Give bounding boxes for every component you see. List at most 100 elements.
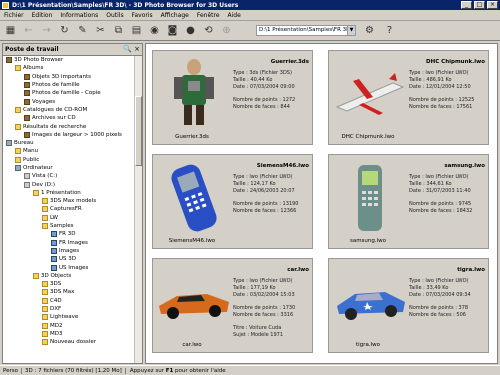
menu-item-7[interactable]: Aide bbox=[224, 12, 245, 19]
tree-item[interactable]: Résultats de recherche bbox=[3, 122, 135, 130]
info-size: Taille : 124,17 Ko bbox=[233, 181, 276, 187]
tree-item[interactable]: FR Images bbox=[3, 239, 135, 247]
thumbnail-caption: Guerrier.3ds bbox=[175, 134, 209, 140]
tree-item[interactable]: FR 3D bbox=[3, 230, 135, 238]
close-icon[interactable]: × bbox=[134, 45, 140, 53]
tree-item[interactable]: 3DS Max models bbox=[3, 197, 135, 205]
tree-item[interactable]: Objets 3D importants bbox=[3, 73, 135, 81]
menu-item-2[interactable]: Informations bbox=[56, 12, 102, 19]
tree-item[interactable]: Samples bbox=[3, 222, 135, 230]
zoom-icon[interactable]: ⊕ bbox=[219, 23, 234, 38]
help-icon[interactable]: ? bbox=[382, 23, 397, 38]
thumbnail-card[interactable]: tigra.lwo tigra.lwo Type : lwo (Fichier LW… bbox=[328, 258, 489, 353]
thumbnail-card[interactable]: SiemensM46.lwo SiemensM46.lwo Type : lwo (… bbox=[152, 154, 313, 249]
minimize-button[interactable]: _ bbox=[461, 1, 472, 9]
tools-icon[interactable]: ✎ bbox=[75, 23, 90, 38]
tree-item[interactable]: CapturesFR bbox=[3, 205, 135, 213]
camera-icon[interactable]: ◙ bbox=[165, 23, 180, 38]
thumbnail-card[interactable]: Guerrier.3ds Guerrier.3ds Type : 3ds (Fich… bbox=[152, 50, 313, 145]
tree-item[interactable]: Catalogues de CD-ROM bbox=[3, 106, 135, 114]
tree-item-label: 3D Objects bbox=[41, 272, 72, 279]
tree-item[interactable]: Lightwave bbox=[3, 313, 135, 321]
tree-item[interactable]: Images bbox=[3, 247, 135, 255]
tree-item[interactable]: MD3 bbox=[3, 330, 135, 338]
tree-item[interactable]: Photos de famille - Copie bbox=[3, 89, 135, 97]
tree-item[interactable]: Nouveau dossier bbox=[3, 338, 135, 346]
menu-item-0[interactable]: Fichier bbox=[0, 12, 28, 19]
tree-item[interactable]: MD2 bbox=[3, 322, 135, 330]
pc-icon bbox=[15, 165, 21, 171]
menu-item-3[interactable]: Outils bbox=[102, 12, 127, 19]
tree-item[interactable]: 1 Présentation bbox=[3, 189, 135, 197]
settings-icon[interactable]: ⚙ bbox=[362, 23, 377, 38]
scrollbar-thumb[interactable] bbox=[135, 96, 142, 166]
rotate-icon[interactable]: ⟲ bbox=[201, 23, 216, 38]
tree-item-label: 3DS bbox=[50, 281, 62, 288]
menu-item-4[interactable]: Favoris bbox=[128, 12, 157, 19]
folder-icon bbox=[42, 314, 48, 321]
back-icon[interactable]: ← bbox=[21, 23, 36, 38]
sphere-icon[interactable]: ● bbox=[183, 23, 198, 38]
paste-icon[interactable]: ▤ bbox=[129, 23, 144, 38]
vertical-scrollbar[interactable] bbox=[134, 56, 142, 363]
car-blue-model-preview[interactable] bbox=[333, 265, 407, 339]
forward-icon[interactable]: → bbox=[39, 23, 54, 38]
menu-item-5[interactable]: Affichage bbox=[157, 12, 193, 19]
tree-item[interactable]: US 3D bbox=[3, 255, 135, 263]
tree-item[interactable]: Archives sur CD bbox=[3, 114, 135, 122]
tree-item[interactable]: 3DS Max bbox=[3, 288, 135, 296]
tree-item-label: Photos de famille bbox=[32, 82, 80, 89]
tree-item-label: Ordinateur bbox=[23, 165, 53, 171]
status-bar: Perso 3D : 7 fichiers (70 filtrés) [1,20… bbox=[0, 365, 500, 375]
phone-blue-model-preview[interactable] bbox=[157, 161, 231, 235]
tree-item-label: LW bbox=[50, 214, 58, 221]
tree-item[interactable]: Images de largeur > 1000 pixels bbox=[3, 131, 135, 139]
warrior-model-preview[interactable] bbox=[157, 57, 231, 131]
folder-icon bbox=[42, 339, 48, 346]
info-extra2: Sujet : Modèle 1971 bbox=[233, 332, 284, 338]
info-date: Date : 07/03/2004 09:00 bbox=[233, 84, 295, 90]
view-icon[interactable]: ▦ bbox=[3, 23, 18, 38]
search-icon[interactable]: 🔍 bbox=[123, 45, 132, 53]
car-orange-model-preview[interactable] bbox=[157, 265, 231, 339]
copy-icon[interactable]: ⧉ bbox=[111, 23, 126, 38]
folder-icon bbox=[42, 281, 48, 288]
thumbnail-card[interactable]: DHC Chipmunk.lwo DHC Chipmunk.lwo Type : l… bbox=[328, 50, 489, 145]
thumbnail-caption: tigra.lwo bbox=[356, 342, 380, 348]
cut-icon[interactable]: ✂ bbox=[93, 23, 108, 38]
album-icon bbox=[24, 98, 30, 105]
tree-item[interactable]: Albums bbox=[3, 64, 135, 72]
path-dropdown[interactable]: D:\1 Présentation\Samples\FR 3D\ ▼ bbox=[256, 25, 356, 36]
tree-item[interactable]: Public bbox=[3, 156, 135, 164]
plane-model-preview[interactable] bbox=[333, 57, 407, 131]
close-button[interactable]: × bbox=[487, 1, 498, 9]
tree-item[interactable]: US Images bbox=[3, 263, 135, 271]
refresh-icon[interactable]: ↻ bbox=[57, 23, 72, 38]
chevron-down-icon[interactable]: ▼ bbox=[347, 26, 355, 35]
menu-item-1[interactable]: Edition bbox=[28, 12, 57, 19]
maximize-button[interactable]: □ bbox=[474, 1, 485, 9]
folder-icon bbox=[33, 272, 39, 279]
thumbnail-card[interactable]: samsung.lwo samsung.lwo Type : lwo (Fichie… bbox=[328, 154, 489, 249]
tree-item[interactable]: 3D Objects bbox=[3, 272, 135, 280]
tree-item[interactable]: DXF bbox=[3, 305, 135, 313]
tree-item[interactable]: Vista (C:) bbox=[3, 172, 135, 180]
tree-item[interactable]: 3DS bbox=[3, 280, 135, 288]
photo-icon[interactable]: ◉ bbox=[147, 23, 162, 38]
phone-teal-model-preview[interactable] bbox=[333, 161, 407, 235]
info-type: Type : lwo (Fichier LWO) bbox=[233, 278, 293, 284]
tree-item-label: C4D bbox=[50, 297, 62, 304]
menu-item-6[interactable]: Fenêtre bbox=[193, 12, 224, 19]
info-type: Type : 3ds (Fichier 3DS) bbox=[233, 70, 292, 76]
tree-item[interactable]: Ordinateur bbox=[3, 164, 135, 172]
tree-item[interactable]: Bureau bbox=[3, 139, 135, 147]
tree-item[interactable]: C4D bbox=[3, 297, 135, 305]
tree-item[interactable]: 3D Photo Browser bbox=[3, 56, 135, 64]
tree-item-label: US Images bbox=[59, 264, 89, 271]
tree-item[interactable]: Photos de famille bbox=[3, 81, 135, 89]
tree-item[interactable]: Dev (D:) bbox=[3, 180, 135, 188]
tree-item[interactable]: LW bbox=[3, 214, 135, 222]
tree-item[interactable]: Voyages bbox=[3, 97, 135, 105]
thumbnail-card[interactable]: car.lwo car.lwo Type : lwo (Fichier LWO) Ta… bbox=[152, 258, 313, 353]
tree-item[interactable]: Manu bbox=[3, 147, 135, 155]
